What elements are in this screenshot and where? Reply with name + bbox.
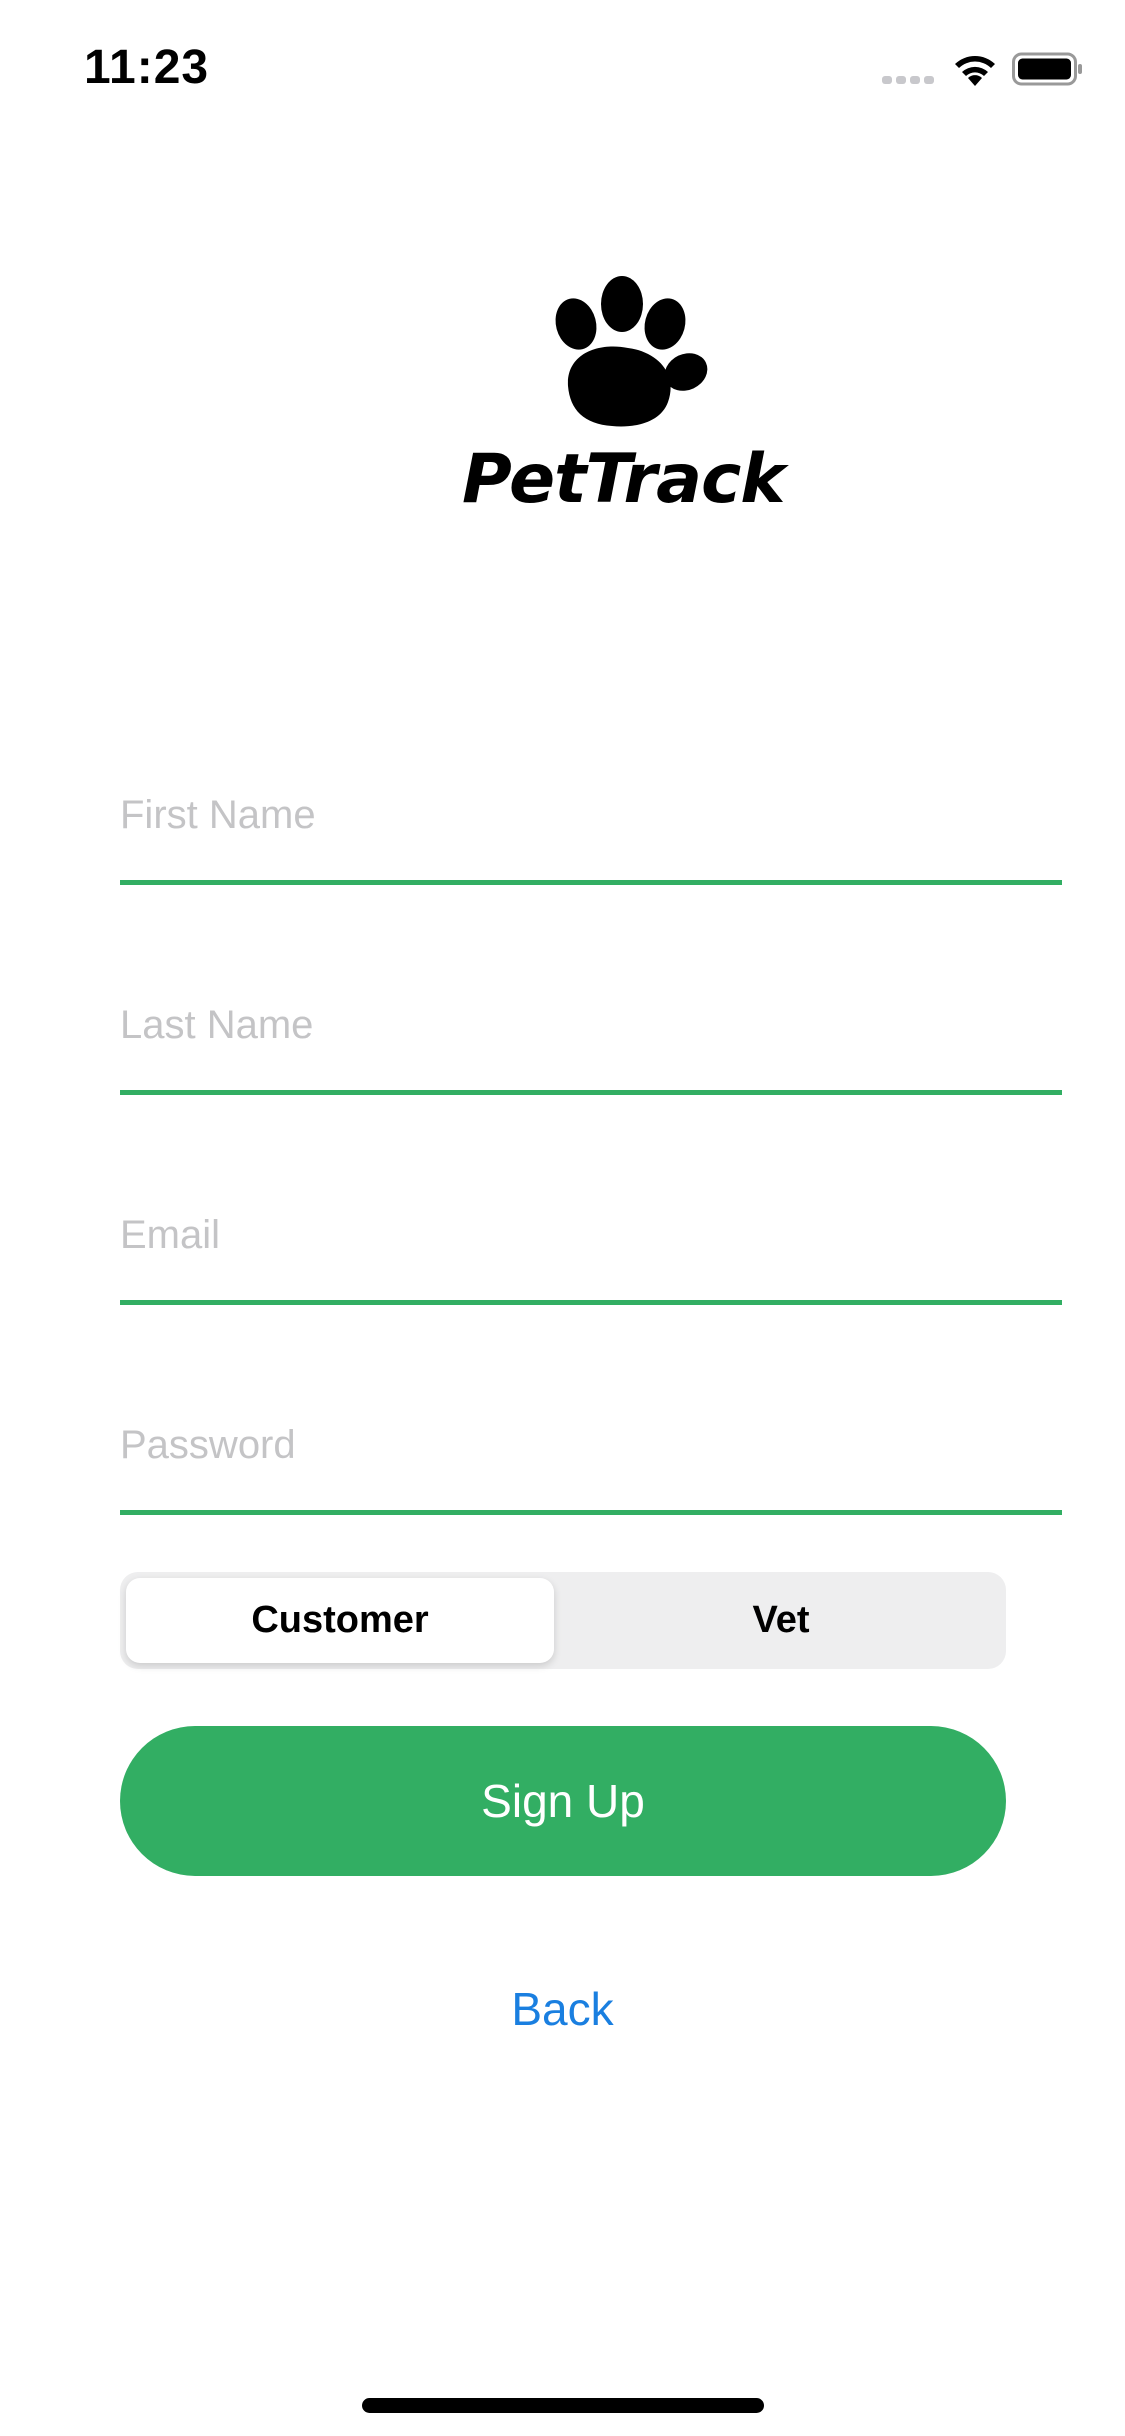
email-field[interactable] <box>120 1190 1062 1305</box>
app-logo-text: PetTrack <box>462 440 786 519</box>
last-name-field[interactable] <box>120 980 1062 1095</box>
battery-icon <box>1012 52 1082 86</box>
paw-icon <box>555 276 708 427</box>
password-field[interactable] <box>120 1400 1062 1515</box>
password-input[interactable] <box>120 1423 1062 1468</box>
segment-customer[interactable]: Customer <box>126 1578 554 1663</box>
last-name-input[interactable] <box>120 1003 1062 1048</box>
status-time: 11:23 <box>84 41 210 94</box>
back-link[interactable]: Back <box>0 1982 1125 2036</box>
app-logo: PetTrack <box>462 264 786 534</box>
role-segmented-control[interactable]: Customer Vet <box>120 1572 1006 1669</box>
first-name-input[interactable] <box>120 793 1062 838</box>
cellular-signal-icon <box>882 76 934 84</box>
status-bar: 11:23 <box>0 0 1125 132</box>
home-indicator <box>362 2398 764 2413</box>
sign-up-button[interactable]: Sign Up <box>120 1726 1006 1876</box>
segment-vet[interactable]: Vet <box>562 1578 1000 1663</box>
email-input[interactable] <box>120 1213 1062 1258</box>
first-name-field[interactable] <box>120 770 1062 885</box>
wifi-icon <box>955 56 995 86</box>
